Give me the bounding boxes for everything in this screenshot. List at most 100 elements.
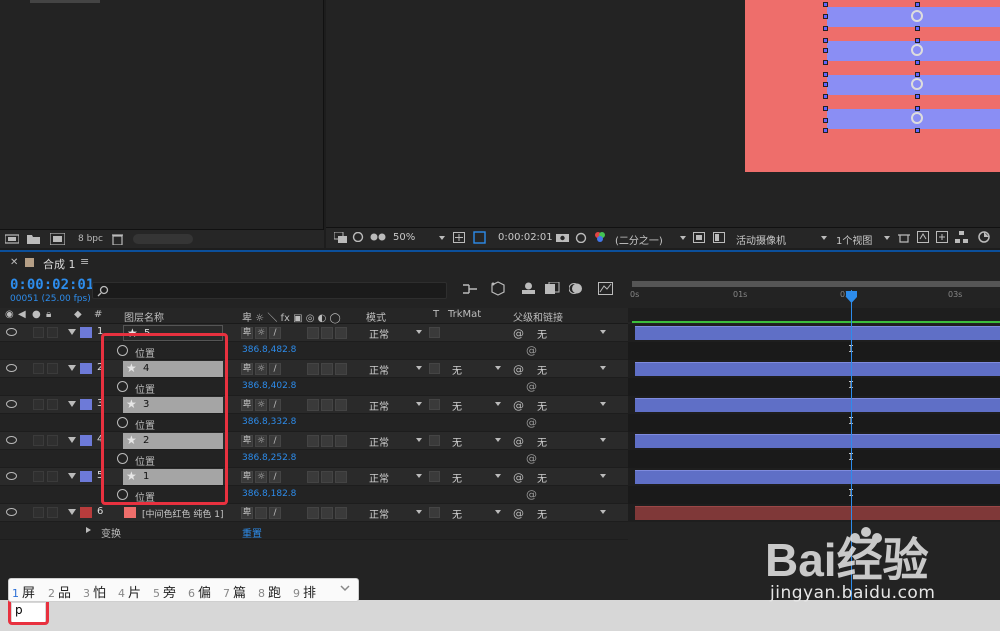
- quality-switch[interactable]: ☼: [255, 327, 267, 339]
- ime-candidate[interactable]: 9排: [293, 582, 316, 601]
- trkmat-select[interactable]: 无: [448, 398, 504, 413]
- shy-layers-icon[interactable]: [521, 282, 536, 295]
- ime-candidate[interactable]: 7篇: [223, 582, 246, 601]
- pick-whip-icon[interactable]: @: [526, 416, 537, 429]
- fast-previews-icon[interactable]: [693, 232, 705, 243]
- motion-blur-switch[interactable]: [307, 399, 319, 411]
- pixel-aspect-icon[interactable]: [898, 232, 910, 243]
- reset-exposure-icon[interactable]: [978, 231, 990, 243]
- preserve-transparency-toggle[interactable]: [429, 471, 440, 482]
- eye-icon[interactable]: [6, 436, 17, 444]
- solo-toggle[interactable]: [33, 435, 44, 446]
- motion-blur-switch[interactable]: [307, 435, 319, 447]
- solo-toggle[interactable]: [33, 399, 44, 410]
- transparency-grid-icon[interactable]: [473, 231, 486, 244]
- motion-blur-icon[interactable]: [569, 282, 584, 295]
- layer-name[interactable]: [中间色红色 纯色 1]: [142, 507, 223, 520]
- expand-arrow-icon[interactable]: [68, 401, 76, 407]
- blend-mode-select[interactable]: 正常: [365, 398, 425, 413]
- layer-row[interactable]: 5 ★ 1 卑 ☼ / 正常 无 @ 无: [0, 468, 628, 486]
- trkmat-select[interactable]: 无: [448, 470, 504, 485]
- parent-select[interactable]: 无: [533, 434, 609, 449]
- ime-candidate[interactable]: 6偏: [188, 582, 211, 601]
- quality-switch[interactable]: ☼: [255, 399, 267, 411]
- interpret-footage-icon[interactable]: [5, 234, 19, 244]
- camera-select[interactable]: 活动摄像机: [736, 232, 786, 247]
- transform-handle[interactable]: [823, 60, 828, 65]
- position-value[interactable]: 386.8,332.8: [242, 417, 296, 427]
- position-value[interactable]: 386.8,402.8: [242, 381, 296, 391]
- solo-toggle[interactable]: [33, 327, 44, 338]
- transform-handle[interactable]: [823, 2, 828, 7]
- timeline-link-icon[interactable]: [936, 231, 948, 243]
- transform-group-row[interactable]: 变换 重置: [0, 522, 628, 540]
- 3d-switch[interactable]: [335, 435, 347, 447]
- motion-blur-switch[interactable]: [307, 507, 319, 519]
- solo-toggle[interactable]: [33, 363, 44, 374]
- transform-handle[interactable]: [823, 106, 828, 111]
- lock-toggle[interactable]: [47, 507, 58, 518]
- resolution-select[interactable]: (二分之一): [615, 232, 663, 247]
- preserve-transparency-toggle[interactable]: [429, 507, 440, 518]
- blend-mode-select[interactable]: 正常: [365, 470, 425, 485]
- resolution-dropdown-arrow[interactable]: [680, 236, 686, 240]
- 3d-switch[interactable]: [335, 327, 347, 339]
- motion-blur-switch[interactable]: [307, 471, 319, 483]
- transform-handle[interactable]: [823, 118, 828, 123]
- label-color[interactable]: [80, 327, 92, 338]
- ime-candidate[interactable]: 8跑: [258, 582, 281, 601]
- blend-mode-select[interactable]: 正常: [365, 362, 425, 377]
- 3d-switch[interactable]: [335, 399, 347, 411]
- transform-handle[interactable]: [823, 128, 828, 133]
- effect-switch[interactable]: /: [269, 471, 281, 483]
- 3d-switch[interactable]: [335, 471, 347, 483]
- label-color[interactable]: [80, 399, 92, 410]
- adjustment-switch[interactable]: [321, 327, 333, 339]
- project-scrollbar[interactable]: [30, 0, 100, 3]
- chevron-down-icon[interactable]: [340, 583, 350, 593]
- trash-icon[interactable]: [112, 233, 123, 245]
- pick-whip-icon[interactable]: @: [526, 452, 537, 465]
- position-property-row[interactable]: 位置 386.8,482.8 @: [0, 342, 628, 360]
- expand-arrow-icon[interactable]: [86, 527, 91, 533]
- eye-icon[interactable]: [6, 364, 17, 372]
- ime-candidate[interactable]: 5旁: [153, 582, 176, 601]
- parent-select[interactable]: 无: [533, 506, 609, 521]
- preserve-transparency-toggle[interactable]: [429, 327, 440, 338]
- lock-toggle[interactable]: [47, 327, 58, 338]
- layer-row[interactable]: 2 ★ 4 卑 ☼ / 正常 无 @ 无: [0, 360, 628, 378]
- composition-tab[interactable]: 合成 1: [43, 256, 76, 272]
- expand-arrow-icon[interactable]: [68, 473, 76, 479]
- position-property-row[interactable]: 位置 386.8,402.8 @: [0, 378, 628, 396]
- anchor-point-icon[interactable]: [911, 44, 923, 56]
- quality-switch[interactable]: ☼: [255, 363, 267, 375]
- eye-icon[interactable]: [6, 328, 17, 336]
- lock-toggle[interactable]: [47, 399, 58, 410]
- preserve-transparency-toggle[interactable]: [429, 399, 440, 410]
- parent-select[interactable]: 无: [533, 398, 609, 413]
- eye-icon[interactable]: [6, 400, 17, 408]
- parent-select[interactable]: 无: [533, 326, 609, 341]
- transform-handle[interactable]: [915, 94, 920, 99]
- parent-header[interactable]: 父级和链接: [513, 309, 563, 324]
- mode-header[interactable]: 模式: [366, 309, 386, 324]
- viewer-timecode[interactable]: 0:00:02:01: [498, 232, 553, 243]
- transform-handle[interactable]: [915, 2, 920, 7]
- close-tab-icon[interactable]: ✕: [10, 257, 18, 268]
- show-snapshot-icon[interactable]: [575, 232, 587, 243]
- position-property-row[interactable]: 位置 386.8,182.8 @: [0, 486, 628, 504]
- ime-candidate[interactable]: 1屏: [12, 582, 35, 601]
- anchor-point-icon[interactable]: [911, 10, 923, 22]
- region-of-interest-icon[interactable]: [334, 232, 347, 243]
- position-property-row[interactable]: 位置 386.8,252.8 @: [0, 450, 628, 468]
- pick-whip-icon[interactable]: @: [526, 380, 537, 393]
- pick-whip-icon[interactable]: @: [513, 435, 524, 448]
- shy-switch[interactable]: 卑: [241, 507, 253, 519]
- shy-switch[interactable]: 卑: [241, 435, 253, 447]
- composition-canvas[interactable]: [745, 0, 1000, 172]
- transform-handle[interactable]: [823, 82, 828, 87]
- playhead-icon[interactable]: [846, 291, 857, 303]
- pick-whip-icon[interactable]: @: [526, 488, 537, 501]
- transform-handle[interactable]: [915, 60, 920, 65]
- toggle-view-icon[interactable]: [713, 232, 725, 243]
